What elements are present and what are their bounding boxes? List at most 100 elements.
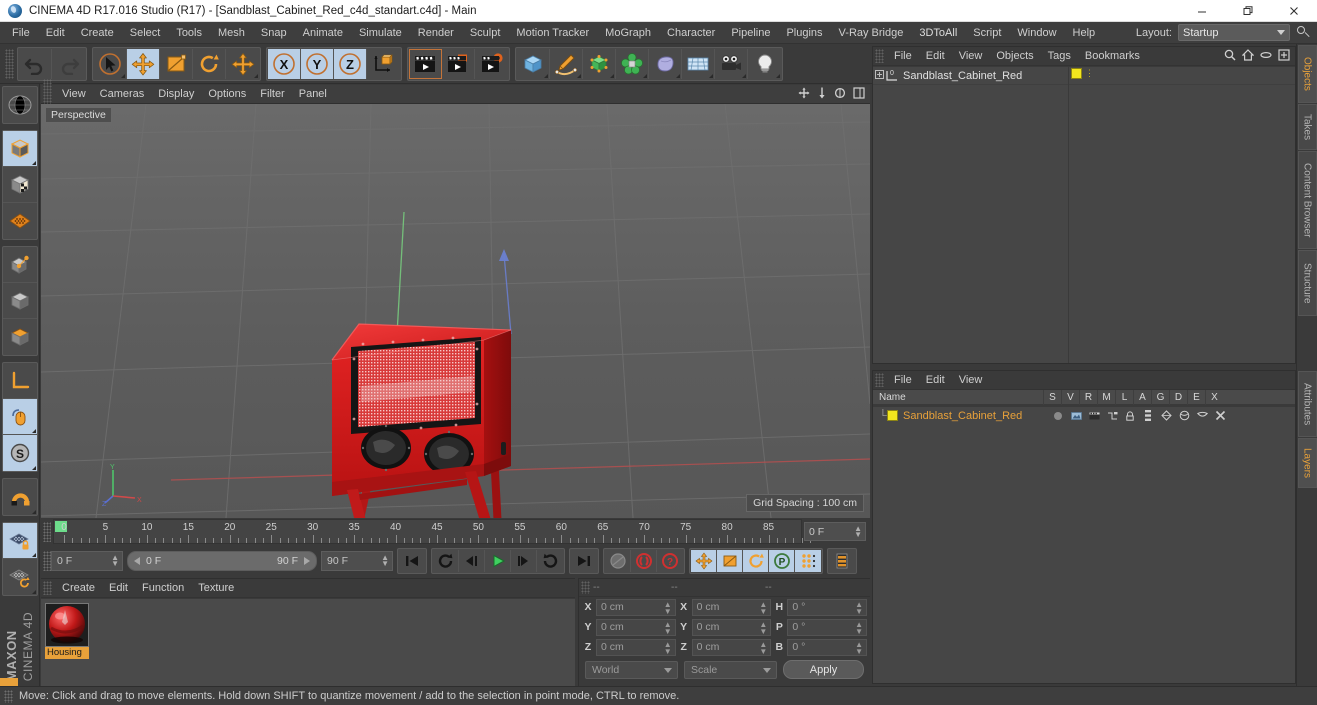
spinner-icon[interactable]: ▲ ▼ [381,554,389,568]
step-back-icon[interactable] [459,550,485,572]
menu-animate[interactable]: Animate [295,22,351,44]
tab-structure[interactable]: Structure [1297,250,1317,316]
object-manager-grip[interactable] [875,49,884,63]
tab-layers[interactable]: Layers [1297,438,1317,488]
go-to-end-icon[interactable] [571,550,597,572]
edge-mode-icon[interactable] [2,283,37,319]
spinner-icon[interactable]: ▲ ▼ [664,640,672,655]
viewport-solo-icon[interactable] [2,399,37,435]
rotate-tool-icon[interactable] [193,48,226,79]
spinner-icon[interactable]: ▲ ▼ [759,620,767,635]
object-menu-bookmarks[interactable]: Bookmarks [1078,50,1147,62]
minimize-button[interactable] [1179,0,1225,22]
environment-floor-icon[interactable] [682,48,715,79]
layer-list[interactable]: └ Sandblast_Cabinet_Red [873,407,1295,683]
home-icon[interactable] [1241,48,1255,64]
axis-x-icon[interactable]: X [268,48,301,79]
ellipse-icon[interactable] [1260,49,1272,64]
menu-file[interactable]: File [4,22,38,44]
layer-deformer-icon[interactable] [1175,407,1193,424]
expand-icon[interactable] [1278,48,1290,64]
menu-plugins[interactable]: Plugins [778,22,830,44]
menu-motion-tracker[interactable]: Motion Tracker [508,22,597,44]
layer-col-e[interactable]: E [1187,389,1205,405]
object-tags[interactable]: ⋮ [1071,68,1094,79]
play-reverse-icon[interactable] [537,550,563,572]
camera-icon[interactable] [715,48,748,79]
zoom-view-icon[interactable] [817,87,827,102]
coord-input-size-z[interactable]: 0 cm ▲ ▼ [691,638,772,656]
menu-mesh[interactable]: Mesh [210,22,253,44]
layout-dropdown[interactable]: Startup [1178,24,1290,41]
texture-mode-icon[interactable] [2,167,37,203]
coord-input-size-y[interactable]: 0 cm ▲ ▼ [691,618,772,636]
object-menu-objects[interactable]: Objects [989,50,1040,62]
spinner-icon[interactable]: ▲ ▼ [759,640,767,655]
record-pla-icon[interactable] [795,550,821,572]
menu-tools[interactable]: Tools [168,22,210,44]
menu-script[interactable]: Script [965,22,1009,44]
menu-3dtoall[interactable]: 3DToAll [911,22,965,44]
material-list[interactable]: Housing [41,599,575,686]
menu-select[interactable]: Select [122,22,169,44]
menu-edit[interactable]: Edit [38,22,73,44]
material-menu-edit[interactable]: Edit [102,582,135,594]
redo-icon[interactable] [52,49,85,79]
search-icon[interactable] [1224,49,1236,64]
spinner-icon[interactable]: ▲ ▼ [855,640,863,655]
timeline-ruler[interactable]: 051015202530354045505560657075808590 [53,519,816,544]
spinner-icon[interactable]: ▲ ▼ [759,600,767,615]
layer-col-s[interactable]: S [1043,389,1061,405]
array-modeling-icon[interactable] [616,48,649,79]
layer-col-g[interactable]: G [1151,389,1169,405]
layer-manager-grip[interactable] [875,373,884,387]
expand-toggle-icon[interactable] [873,69,885,82]
menu-render[interactable]: Render [410,22,462,44]
layer-col-r[interactable]: R [1079,389,1097,405]
object-axis-icon[interactable] [2,363,37,399]
menu-sculpt[interactable]: Sculpt [462,22,509,44]
layer-col-x[interactable]: X [1205,389,1223,405]
coord-input-pos-y[interactable]: 0 cm ▲ ▼ [596,618,676,636]
preview-range-slider[interactable]: 0 F 90 F [127,551,317,571]
timeline-toggle-icon[interactable] [829,550,855,572]
coord-input-pos-x[interactable]: 0 cm ▲ ▼ [596,598,676,616]
material-manager-grip[interactable] [43,581,52,595]
playbar-grip[interactable] [43,551,51,571]
timeline-frame-field[interactable]: 0 F ▲ ▼ [804,522,866,541]
coordinate-system-dropdown[interactable]: World [585,660,678,679]
layer-menu-edit[interactable]: Edit [919,374,952,386]
record-parameter-icon[interactable]: P [769,550,795,572]
menu-snap[interactable]: Snap [253,22,295,44]
viewport-menu-display[interactable]: Display [151,88,201,100]
step-forward-icon[interactable] [511,550,537,572]
material-menu-create[interactable]: Create [55,582,102,594]
tab-content-browser[interactable]: Content Browser [1297,151,1317,249]
material-thumbnail[interactable] [45,603,89,647]
rotate-view-icon[interactable] [834,87,846,102]
select-cursor-icon[interactable] [94,48,127,79]
go-to-start-icon[interactable] [399,550,425,572]
layer-generator-icon[interactable] [1157,407,1175,424]
viewport-3d[interactable]: Perspective Grid Spacing : 100 cm Y X Z [41,104,870,518]
coordinate-mode-dropdown[interactable]: Scale [684,660,777,679]
render-settings-icon[interactable] [475,49,508,79]
coord-input-rot-h[interactable]: 0 ° ▲ ▼ [787,598,868,616]
cube-primitive-icon[interactable] [517,48,550,79]
menu-pipeline[interactable]: Pipeline [723,22,778,44]
object-tree[interactable]: 0 Sandblast_Cabinet_Red ⋮ [873,67,1295,363]
maximize-button[interactable] [1225,0,1271,22]
play-icon[interactable] [485,550,511,572]
spinner-icon[interactable]: ▲ ▼ [664,620,672,635]
toolbar-grip[interactable] [5,48,14,79]
menu-create[interactable]: Create [73,22,122,44]
workplane-mode-icon[interactable] [3,203,37,239]
viewport-menu-view[interactable]: View [55,88,93,100]
coord-input-rot-b[interactable]: 0 ° ▲ ▼ [787,638,868,656]
search-icon[interactable] [1294,24,1312,42]
tab-takes[interactable]: Takes [1297,104,1317,150]
layer-color-swatch[interactable] [887,410,898,421]
layer-tag-icon[interactable] [1071,68,1082,79]
spinner-icon[interactable]: ▲ ▼ [855,600,863,615]
object-menu-tags[interactable]: Tags [1041,50,1078,62]
